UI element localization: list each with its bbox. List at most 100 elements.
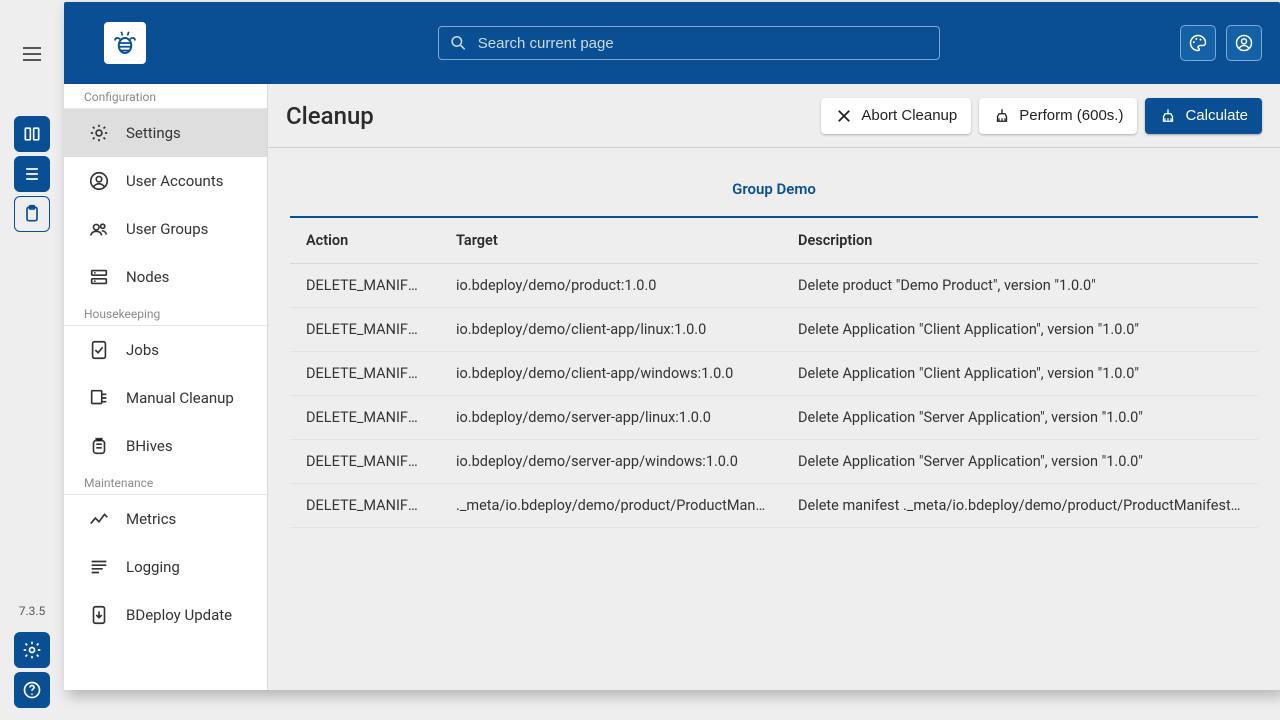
table-row[interactable]: DELETE_MANIFESTio.bdeploy/demo/server-ap… xyxy=(290,396,1258,440)
cell-target: ._meta/io.bdeploy/demo/product/ProductMa… xyxy=(440,484,782,528)
list-icon xyxy=(22,164,42,184)
cell-description: Delete Application "Client Application",… xyxy=(782,352,1258,396)
account-button[interactable] xyxy=(1226,25,1262,61)
sidebar-item-bhives[interactable]: BHives xyxy=(64,422,267,470)
sidebar-item-label: Settings xyxy=(126,124,181,142)
bee-icon xyxy=(110,28,140,58)
search-icon xyxy=(449,33,468,53)
cell-action: DELETE_MANIFEST xyxy=(290,308,440,352)
sidebar-item-label: Nodes xyxy=(126,268,169,286)
rail-list-button[interactable] xyxy=(14,156,50,192)
table-row[interactable]: DELETE_MANIFEST._meta/io.bdeploy/demo/pr… xyxy=(290,484,1258,528)
app-shell: Configuration Settings User Accounts User G… xyxy=(64,2,1280,690)
search-input[interactable] xyxy=(478,35,929,52)
main-header: Cleanup Abort Cleanup Perform (600s.) xyxy=(268,84,1280,148)
perform-button[interactable]: Perform (600s.) xyxy=(979,98,1137,134)
hamburger-icon xyxy=(20,42,44,66)
sidebar-item-bdeploy-update[interactable]: BDeploy Update xyxy=(64,591,267,639)
broom-icon xyxy=(993,107,1011,125)
sidebar-item-user-groups[interactable]: User Groups xyxy=(64,205,267,253)
cell-target: io.bdeploy/demo/server-app/windows:1.0.0 xyxy=(440,440,782,484)
cleanup-icon xyxy=(88,387,110,409)
topbar xyxy=(64,2,1280,84)
help-icon xyxy=(22,680,42,700)
page-title: Cleanup xyxy=(286,102,374,130)
sidebar-item-label: Logging xyxy=(126,558,180,576)
cell-description: Delete Application "Server Application",… xyxy=(782,396,1258,440)
sidebar-item-manual-cleanup[interactable]: Manual Cleanup xyxy=(64,374,267,422)
cell-target: io.bdeploy/demo/client-app/linux:1.0.0 xyxy=(440,308,782,352)
calculate-label: Calculate xyxy=(1185,107,1248,124)
sidebar-item-user-accounts[interactable]: User Accounts xyxy=(64,157,267,205)
account-icon xyxy=(1234,33,1254,53)
sidebar-item-label: Manual Cleanup xyxy=(126,389,234,407)
table-row[interactable]: DELETE_MANIFESTio.bdeploy/demo/client-ap… xyxy=(290,352,1258,396)
gear-icon xyxy=(88,122,110,144)
menu-toggle[interactable] xyxy=(8,30,56,78)
log-lines-icon xyxy=(88,556,110,578)
server-icon xyxy=(88,266,110,288)
sidebar-item-nodes[interactable]: Nodes xyxy=(64,253,267,301)
cell-description: Delete Application "Client Application",… xyxy=(782,308,1258,352)
palette-icon xyxy=(1188,33,1208,53)
theme-button[interactable] xyxy=(1180,25,1216,61)
hive-icon xyxy=(88,435,110,457)
sidebar-item-logging[interactable]: Logging xyxy=(64,543,267,591)
main-area: Cleanup Abort Cleanup Perform (600s.) xyxy=(268,84,1280,690)
cleanup-table: Action Target Description DELETE_MANIFES… xyxy=(290,216,1258,528)
app-logo[interactable] xyxy=(104,22,146,64)
rail-settings-button[interactable] xyxy=(14,632,50,668)
cell-target: io.bdeploy/demo/product:1.0.0 xyxy=(440,264,782,308)
search-box[interactable] xyxy=(438,26,940,60)
sidebar-item-label: BDeploy Update xyxy=(126,606,232,624)
table-row[interactable]: DELETE_MANIFESTio.bdeploy/demo/product:1… xyxy=(290,264,1258,308)
calculate-button[interactable]: Calculate xyxy=(1145,98,1262,134)
check-doc-icon xyxy=(88,339,110,361)
cell-action: DELETE_MANIFEST xyxy=(290,396,440,440)
close-icon xyxy=(835,107,853,125)
cell-description: Delete Application "Server Application",… xyxy=(782,440,1258,484)
cleanup-content: Group Demo Action Target Description DEL… xyxy=(268,148,1280,548)
cell-action: DELETE_MANIFEST xyxy=(290,440,440,484)
groups-icon xyxy=(22,124,42,144)
sidebar-item-label: Metrics xyxy=(126,510,176,528)
cell-action: DELETE_MANIFEST xyxy=(290,352,440,396)
left-rail: 7.3.5 xyxy=(0,0,64,720)
version-label: 7.3.5 xyxy=(19,604,46,618)
sidebar-item-metrics[interactable]: Metrics xyxy=(64,495,267,543)
table-row[interactable]: DELETE_MANIFESTio.bdeploy/demo/client-ap… xyxy=(290,308,1258,352)
gear-icon xyxy=(22,640,42,660)
user-circle-icon xyxy=(88,170,110,192)
abort-cleanup-button[interactable]: Abort Cleanup xyxy=(821,98,971,134)
sidebar-item-label: Jobs xyxy=(126,341,159,359)
table-row[interactable]: DELETE_MANIFESTio.bdeploy/demo/server-ap… xyxy=(290,440,1258,484)
rail-clipboard-button[interactable] xyxy=(14,196,50,232)
col-target[interactable]: Target xyxy=(440,217,782,264)
sidebar-item-label: User Accounts xyxy=(126,172,223,190)
cell-target: io.bdeploy/demo/client-app/windows:1.0.0 xyxy=(440,352,782,396)
analytics-icon xyxy=(88,508,110,530)
rail-groups-button[interactable] xyxy=(14,116,50,152)
perform-label: Perform (600s.) xyxy=(1019,107,1123,124)
sidebar-item-settings[interactable]: Settings xyxy=(64,109,267,157)
sidebar-item-label: User Groups xyxy=(126,220,208,238)
cell-description: Delete product "Demo Product", version "… xyxy=(782,264,1258,308)
cell-description: Delete manifest ._meta/io.bdeploy/demo/p… xyxy=(782,484,1258,528)
col-action[interactable]: Action xyxy=(290,217,440,264)
cell-action: DELETE_MANIFEST xyxy=(290,264,440,308)
users-icon xyxy=(88,218,110,240)
cell-target: io.bdeploy/demo/server-app/linux:1.0.0 xyxy=(440,396,782,440)
abort-cleanup-label: Abort Cleanup xyxy=(861,107,957,124)
broom-icon xyxy=(1159,107,1177,125)
update-icon xyxy=(88,604,110,626)
col-description[interactable]: Description xyxy=(782,217,1258,264)
clipboard-icon xyxy=(22,204,42,224)
sidebar: Configuration Settings User Accounts User G… xyxy=(64,84,268,690)
sidebar-item-jobs[interactable]: Jobs xyxy=(64,326,267,374)
group-title: Group Demo xyxy=(290,168,1258,216)
sidebar-item-label: BHives xyxy=(126,437,173,455)
rail-help-button[interactable] xyxy=(14,672,50,708)
sidebar-section-label: Housekeeping xyxy=(64,301,267,326)
sidebar-section-label: Configuration xyxy=(64,84,267,109)
cell-action: DELETE_MANIFEST xyxy=(290,484,440,528)
